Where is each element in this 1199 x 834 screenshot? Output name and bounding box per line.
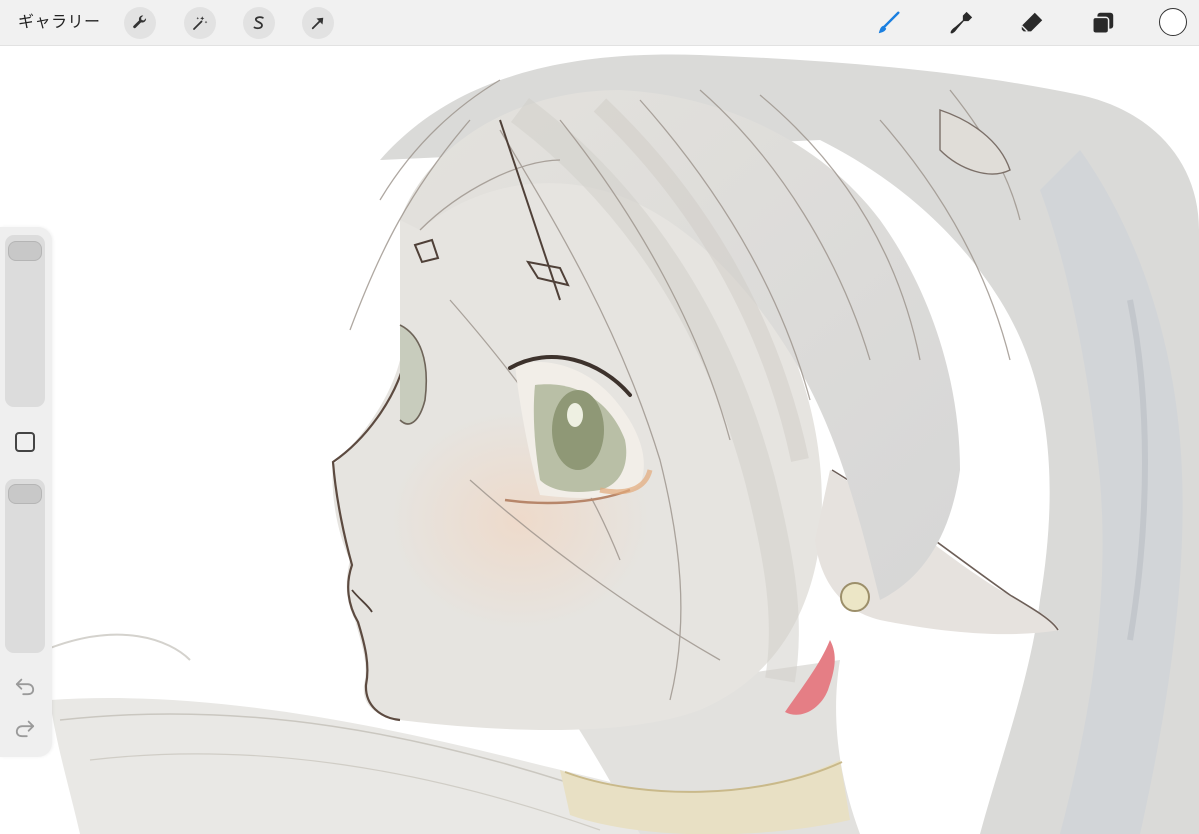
artwork [44, 54, 1199, 834]
procreate-app: ギャラリー [0, 0, 1199, 834]
transform-button[interactable] [302, 7, 334, 39]
brush-size-thumb[interactable] [8, 241, 42, 262]
opacity-slider[interactable] [5, 479, 45, 653]
brush-button[interactable] [874, 8, 904, 38]
color-picker-button[interactable] [1159, 8, 1187, 36]
magic-wand-icon [193, 16, 208, 30]
redo-button[interactable] [13, 717, 37, 739]
redo-arrow-icon [15, 720, 35, 738]
undo-arrow-icon [15, 678, 35, 696]
modify-square-icon[interactable] [15, 432, 35, 452]
selection-button[interactable] [243, 7, 275, 39]
brush-icon [878, 11, 900, 34]
layers-button[interactable] [1088, 8, 1118, 38]
smudge-button[interactable] [946, 8, 976, 38]
wrench-icon [133, 15, 147, 29]
eraser-icon [1021, 12, 1043, 32]
brush-size-slider[interactable] [5, 235, 45, 407]
arrow-cursor-icon [311, 17, 324, 30]
selection-s-icon [253, 16, 264, 30]
adjustments-button[interactable] [184, 7, 216, 39]
actions-button[interactable] [124, 7, 156, 39]
undo-button[interactable] [13, 675, 37, 697]
eraser-button[interactable] [1017, 8, 1047, 38]
smudge-finger-icon [950, 11, 973, 34]
gallery-button[interactable]: ギャラリー [18, 9, 101, 35]
opacity-thumb[interactable] [8, 484, 42, 504]
drawing-canvas[interactable] [0, 45, 1199, 834]
layers-icon [1092, 12, 1114, 34]
top-toolbar: ギャラリー [0, 0, 1199, 46]
left-sidebar [0, 227, 52, 757]
